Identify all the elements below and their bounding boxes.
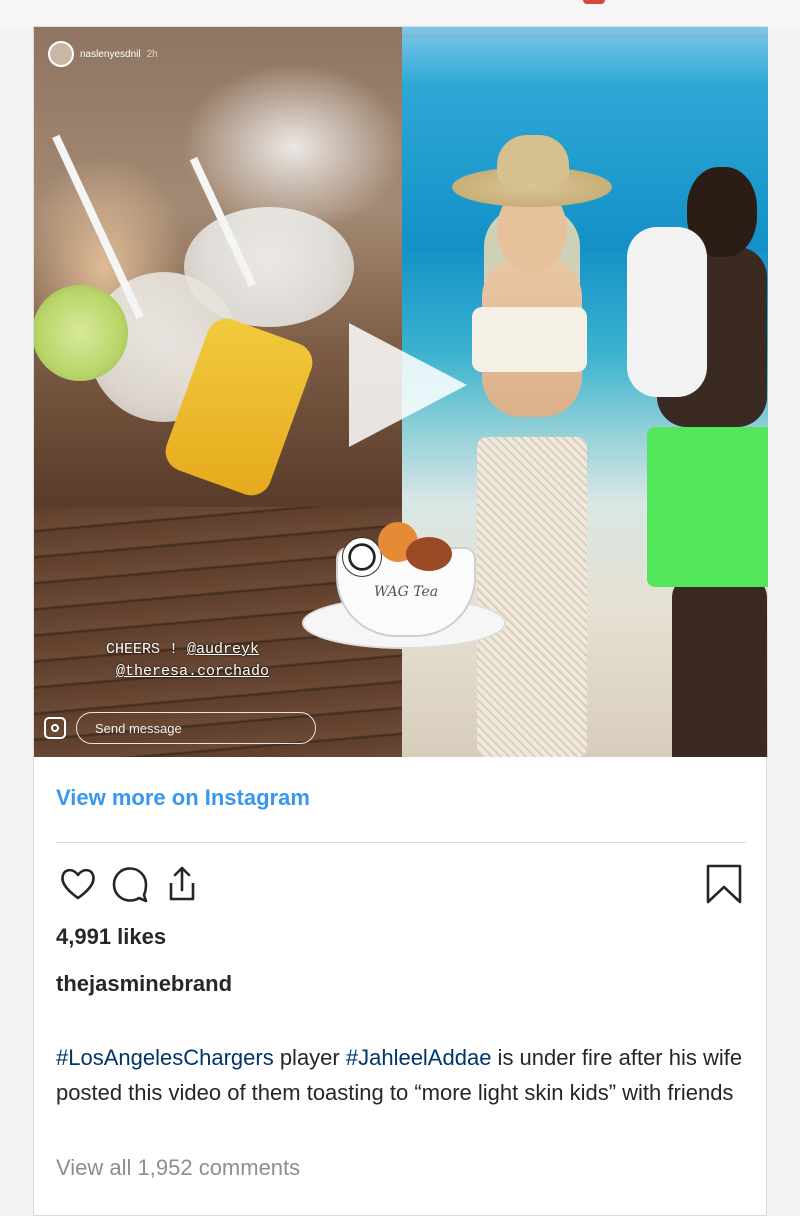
view-more-link[interactable]: View more on Instagram <box>56 785 310 811</box>
post-username[interactable]: thejasminebrand <box>56 971 232 997</box>
bookmark-button[interactable] <box>702 862 746 906</box>
post-media[interactable]: naslenyesdnil 2h CHEERS ! @audreyk @ther… <box>34 27 768 757</box>
hashtag-link[interactable]: #LosAngelesChargers <box>56 1045 274 1070</box>
story-time: 2h <box>146 48 158 60</box>
baby <box>627 227 707 397</box>
soccer-ball <box>342 537 382 577</box>
story-header: naslenyesdnil 2h <box>48 41 158 67</box>
wag-tea-sticker: WAG Tea <box>302 497 506 657</box>
woman-top <box>472 307 587 372</box>
likes-count[interactable]: 4,991 likes <box>56 924 166 950</box>
straw-hat-crown <box>497 135 569 183</box>
send-message-input: Send message <box>76 712 316 744</box>
story-username: naslenyesdnil <box>80 48 141 60</box>
post-caption: #LosAngelesChargers player #JahleelAddae… <box>56 1040 756 1110</box>
comment-button[interactable] <box>108 862 152 906</box>
view-comments-link[interactable]: View all 1,952 comments <box>56 1155 300 1181</box>
bookmark-icon <box>706 864 742 904</box>
camera-icon <box>44 717 66 739</box>
man-legs <box>672 577 767 757</box>
like-button[interactable] <box>56 862 100 906</box>
divider <box>56 842 746 843</box>
hashtag-link[interactable]: #JahleelAddae <box>346 1045 492 1070</box>
comment-icon <box>112 867 148 903</box>
sticker-text: WAG Tea <box>373 584 439 600</box>
avatar <box>48 41 74 67</box>
browser-top-strip <box>0 0 800 26</box>
football <box>406 537 452 571</box>
story-mention: @audreyk <box>187 641 260 658</box>
man-figure <box>627 147 768 757</box>
share-icon <box>169 866 195 901</box>
heart-icon <box>61 868 95 900</box>
action-bar <box>56 862 746 906</box>
caption-text: player <box>273 1045 346 1070</box>
story-footer: Send message <box>44 712 316 744</box>
play-icon[interactable] <box>349 323 467 447</box>
green-shorts <box>647 427 768 587</box>
horizon <box>402 35 768 38</box>
top-accent <box>583 0 605 4</box>
instagram-embed-card: naslenyesdnil 2h CHEERS ! @audreyk @ther… <box>33 26 768 1216</box>
story-caption-text: CHEERS ! <box>106 641 188 658</box>
story-caption: CHEERS ! @audreyk @theresa.corchado <box>106 639 269 683</box>
share-button[interactable] <box>160 862 204 906</box>
story-mention: @theresa.corchado <box>116 663 270 680</box>
lime-slice <box>34 285 128 381</box>
